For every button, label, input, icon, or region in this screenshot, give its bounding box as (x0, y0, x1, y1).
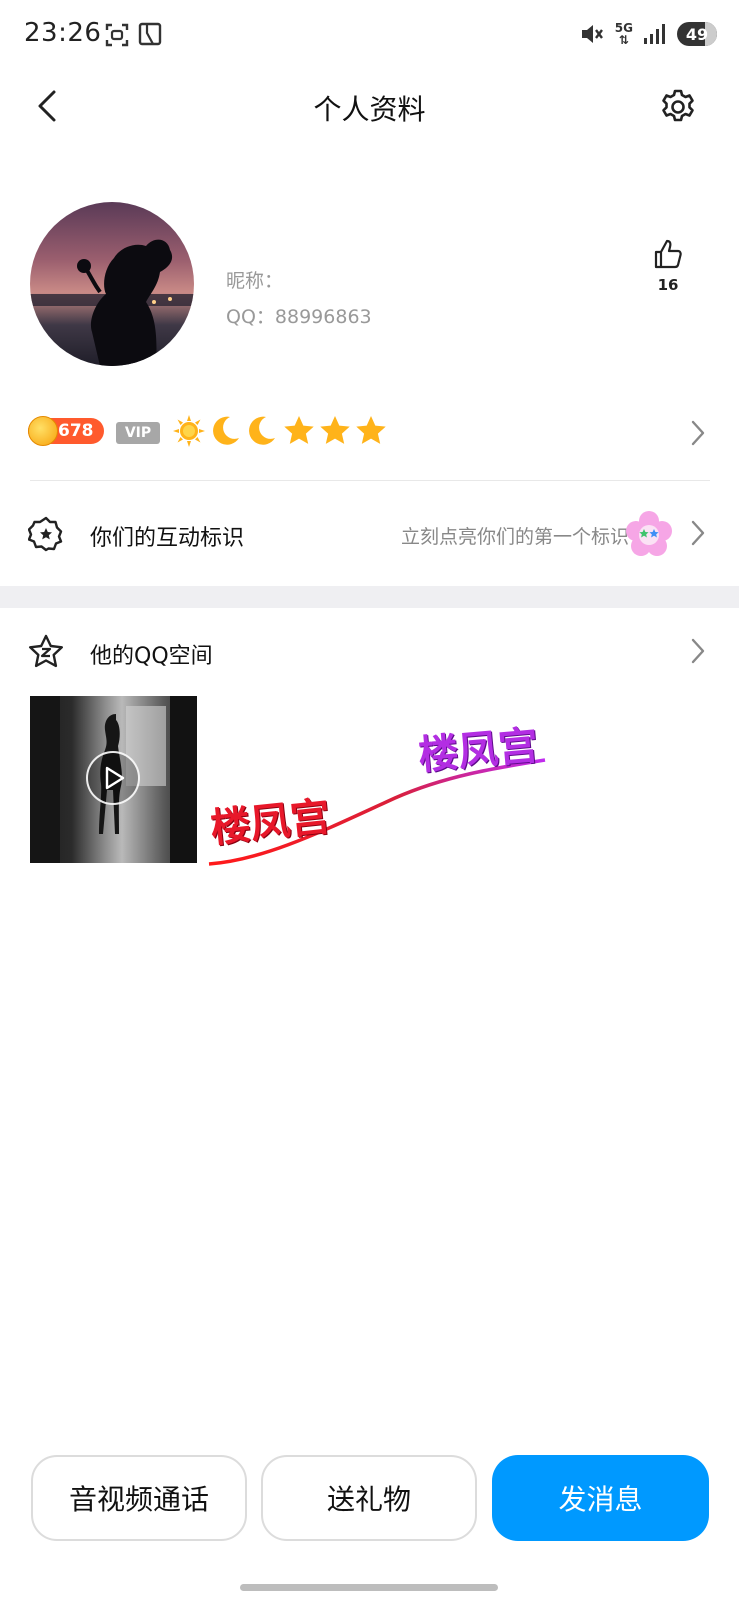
qzone-star-icon (29, 634, 63, 668)
badge-star-icon (28, 516, 63, 552)
star-icon (284, 416, 314, 444)
sim-icon (138, 22, 162, 46)
divider (30, 480, 710, 481)
avatar-silhouette (30, 239, 194, 366)
vip-badge[interactable]: VIP (116, 422, 160, 444)
interaction-title: 你们的互动标识 (90, 526, 245, 551)
video-call-button[interactable]: 音视频通话 (31, 1455, 247, 1541)
battery-indicator: 49 (677, 22, 717, 46)
qzone-video-thumbnail[interactable] (30, 696, 197, 863)
signal-icon (644, 24, 665, 44)
qq-number: QQ：88996863 (226, 306, 372, 328)
star-icon (320, 416, 350, 444)
page-title: 个人资料 (313, 93, 426, 126)
play-icon (105, 766, 125, 790)
nickname-label: 昵称： (226, 270, 284, 292)
flower-icon (626, 511, 672, 556)
avatar[interactable] (30, 202, 194, 366)
like-count: 16 (657, 276, 679, 294)
send-message-button[interactable]: 发消息 (492, 1455, 709, 1541)
send-gift-button[interactable]: 送礼物 (261, 1455, 477, 1541)
thumbs-up-icon (654, 239, 682, 269)
chevron-right-icon (691, 638, 705, 664)
chevron-right-icon[interactable] (686, 418, 710, 448)
settings-button[interactable] (658, 86, 698, 126)
qzone-title: 他的QQ空间 (90, 644, 213, 669)
gear-icon (662, 89, 694, 122)
moon-icon (213, 416, 239, 445)
status-time: 23:26 (24, 18, 102, 48)
moon-icon (249, 416, 275, 445)
watermark-text-2: 楼凤宫 (416, 722, 541, 780)
play-button[interactable] (86, 751, 140, 805)
star-icon (356, 416, 386, 444)
coin-icon (28, 416, 58, 446)
home-indicator[interactable] (240, 1584, 498, 1591)
screenshot-icon (105, 23, 129, 47)
network-type: 5G ⇅ (614, 21, 633, 47)
interaction-hint: 立刻点亮你们的第一个标识 (400, 526, 629, 548)
level-number: 678 (58, 421, 94, 441)
chevron-right-icon (691, 520, 705, 546)
mute-icon (581, 25, 603, 43)
section-gap (0, 586, 739, 608)
sun-icon (173, 415, 205, 447)
status-indicators: 5G ⇅ 49 (579, 18, 717, 50)
like-button[interactable]: 16 (648, 238, 688, 302)
